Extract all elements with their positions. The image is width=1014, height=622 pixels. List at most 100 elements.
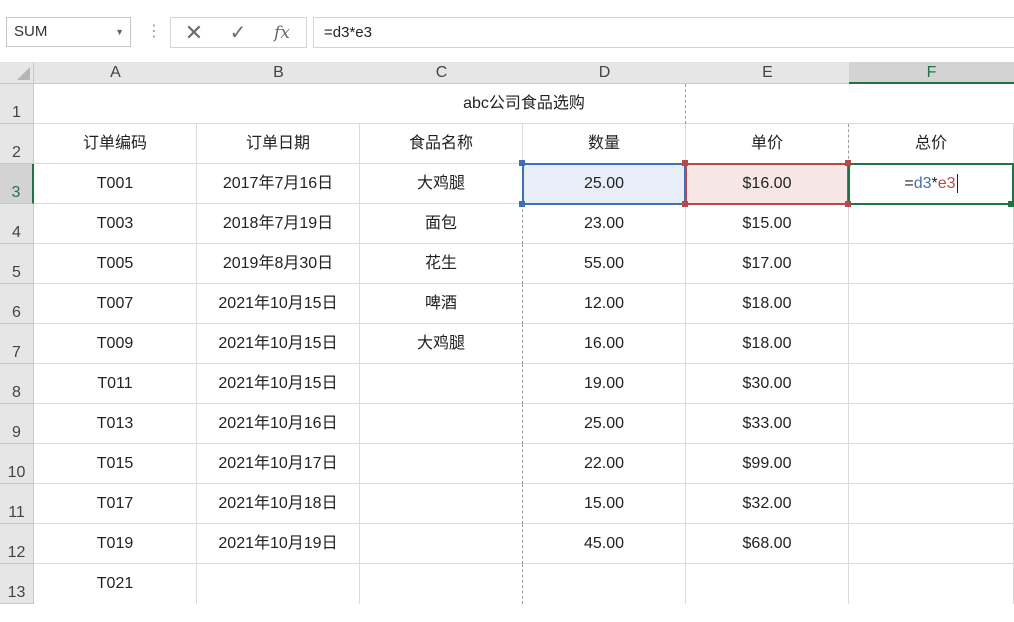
- table-cell[interactable]: 2021年10月19日: [197, 524, 360, 564]
- table-header-cell[interactable]: 食品名称: [360, 124, 523, 164]
- table-cell[interactable]: $32.00: [686, 484, 849, 524]
- table-cell[interactable]: $17.00: [686, 244, 849, 284]
- table-cell[interactable]: T001: [34, 164, 197, 204]
- table-cell[interactable]: [686, 564, 849, 604]
- table-cell[interactable]: 16.00: [523, 324, 686, 364]
- table-cell[interactable]: 12.00: [523, 284, 686, 324]
- column-header-a[interactable]: A: [34, 62, 198, 84]
- table-cell[interactable]: T009: [34, 324, 197, 364]
- table-cell[interactable]: [849, 244, 1014, 284]
- row-header-12[interactable]: 12: [0, 524, 34, 564]
- table-cell[interactable]: [197, 564, 360, 604]
- table-cell[interactable]: T015: [34, 444, 197, 484]
- row-header-9[interactable]: 9: [0, 404, 34, 444]
- table-cell[interactable]: T013: [34, 404, 197, 444]
- table-cell[interactable]: [523, 564, 686, 604]
- table-cell[interactable]: $68.00: [686, 524, 849, 564]
- fill-handle[interactable]: [1008, 201, 1014, 207]
- table-cell[interactable]: 2021年10月16日: [197, 404, 360, 444]
- table-cell[interactable]: 15.00: [523, 484, 686, 524]
- table-cell[interactable]: T019: [34, 524, 197, 564]
- table-cell[interactable]: 22.00: [523, 444, 686, 484]
- reference-resize-handle[interactable]: [845, 201, 851, 207]
- row-header-4[interactable]: 4: [0, 204, 34, 244]
- row-header-10[interactable]: 10: [0, 444, 34, 484]
- reference-resize-handle[interactable]: [682, 201, 688, 207]
- table-cell[interactable]: [360, 564, 523, 604]
- reference-resize-handle[interactable]: [519, 160, 525, 166]
- table-cell[interactable]: [849, 444, 1014, 484]
- table-cell[interactable]: 大鸡腿: [360, 324, 523, 364]
- table-cell[interactable]: 花生: [360, 244, 523, 284]
- table-cell[interactable]: [849, 484, 1014, 524]
- vertical-dots-icon[interactable]: ⋮: [146, 22, 162, 42]
- table-cell[interactable]: 45.00: [523, 524, 686, 564]
- table-cell[interactable]: T011: [34, 364, 197, 404]
- select-all-triangle-icon[interactable]: [0, 62, 34, 84]
- table-cell[interactable]: [849, 364, 1014, 404]
- table-cell[interactable]: $99.00: [686, 444, 849, 484]
- name-box[interactable]: SUM ▼: [6, 17, 131, 47]
- row-header-8[interactable]: 8: [0, 364, 34, 404]
- table-cell[interactable]: $16.00: [686, 164, 849, 204]
- table-cell[interactable]: 2021年10月15日: [197, 324, 360, 364]
- table-cell[interactable]: 2021年10月15日: [197, 364, 360, 404]
- formula-input[interactable]: =d3*e3: [313, 17, 1014, 48]
- table-cell[interactable]: [849, 204, 1014, 244]
- table-cell[interactable]: 23.00: [523, 204, 686, 244]
- table-header-cell[interactable]: 数量: [523, 124, 686, 164]
- column-header-b[interactable]: B: [197, 62, 361, 84]
- table-cell[interactable]: 2021年10月15日: [197, 284, 360, 324]
- table-cell[interactable]: [360, 364, 523, 404]
- table-cell[interactable]: $33.00: [686, 404, 849, 444]
- reference-resize-handle[interactable]: [682, 160, 688, 166]
- table-cell[interactable]: [849, 564, 1014, 604]
- column-header-e[interactable]: E: [686, 62, 850, 84]
- table-cell[interactable]: $18.00: [686, 284, 849, 324]
- table-cell[interactable]: T005: [34, 244, 197, 284]
- table-cell[interactable]: [849, 524, 1014, 564]
- table-cell[interactable]: $30.00: [686, 364, 849, 404]
- table-cell[interactable]: [849, 284, 1014, 324]
- table-cell[interactable]: 55.00: [523, 244, 686, 284]
- close-icon[interactable]: ✕: [179, 21, 209, 45]
- editing-cell-f3[interactable]: =d3*e3: [849, 164, 1014, 204]
- checkmark-icon[interactable]: ✓: [223, 21, 253, 45]
- table-cell[interactable]: 2019年8月30日: [197, 244, 360, 284]
- table-cell[interactable]: [360, 444, 523, 484]
- reference-resize-handle[interactable]: [519, 201, 525, 207]
- table-cell[interactable]: T021: [34, 564, 197, 604]
- row-header-2[interactable]: 2: [0, 124, 34, 164]
- table-cell[interactable]: [360, 404, 523, 444]
- table-cell[interactable]: 25.00: [523, 404, 686, 444]
- column-header-d[interactable]: D: [523, 62, 687, 84]
- chevron-down-icon[interactable]: ▼: [115, 18, 124, 46]
- table-cell[interactable]: [849, 324, 1014, 364]
- table-cell[interactable]: [849, 404, 1014, 444]
- table-header-cell[interactable]: 订单编码: [34, 124, 197, 164]
- table-cell[interactable]: 大鸡腿: [360, 164, 523, 204]
- table-cell[interactable]: 25.00: [523, 164, 686, 204]
- table-cell[interactable]: 2018年7月19日: [197, 204, 360, 244]
- table-cell[interactable]: 2021年10月18日: [197, 484, 360, 524]
- column-header-f[interactable]: F: [849, 62, 1014, 84]
- table-header-cell[interactable]: 单价: [686, 124, 849, 164]
- table-cell[interactable]: $18.00: [686, 324, 849, 364]
- table-cell[interactable]: 面包: [360, 204, 523, 244]
- table-cell[interactable]: T007: [34, 284, 197, 324]
- table-header-cell[interactable]: 总价: [849, 124, 1014, 164]
- column-header-c[interactable]: C: [360, 62, 524, 84]
- row-header-7[interactable]: 7: [0, 324, 34, 364]
- row-header-11[interactable]: 11: [0, 484, 34, 524]
- row-header-6[interactable]: 6: [0, 284, 34, 324]
- table-cell[interactable]: [360, 524, 523, 564]
- row-header-1[interactable]: 1: [0, 84, 34, 124]
- table-cell[interactable]: $15.00: [686, 204, 849, 244]
- table-cell[interactable]: 19.00: [523, 364, 686, 404]
- reference-resize-handle[interactable]: [845, 160, 851, 166]
- table-cell[interactable]: [360, 484, 523, 524]
- row-header-5[interactable]: 5: [0, 244, 34, 284]
- sheet-title-cell[interactable]: abc公司食品选购: [34, 84, 1014, 124]
- row-header-13[interactable]: 13: [0, 564, 34, 604]
- table-cell[interactable]: T017: [34, 484, 197, 524]
